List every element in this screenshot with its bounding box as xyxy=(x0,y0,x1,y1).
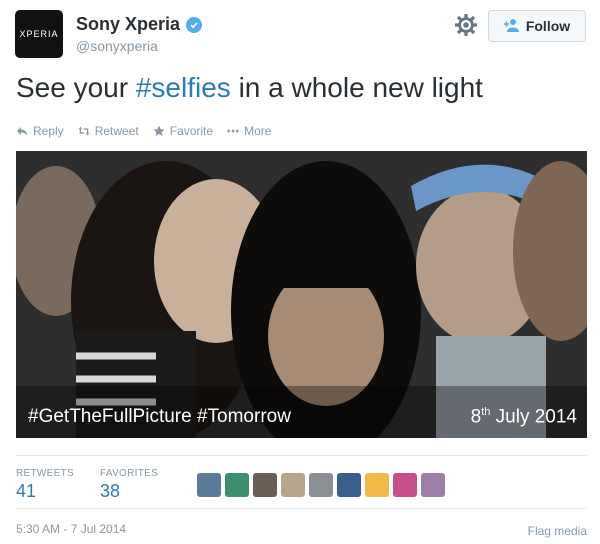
favoriter-avatar[interactable] xyxy=(421,473,445,497)
reply-icon xyxy=(17,127,27,136)
favorites-label: FAVORITES xyxy=(100,468,159,479)
retweet-label: Retweet xyxy=(94,124,139,138)
favorite-action[interactable]: Favorite xyxy=(153,124,213,138)
media-caption-date-suffix: th xyxy=(481,405,491,418)
favorites-stat[interactable]: FAVORITES 38 xyxy=(100,468,158,502)
more-icon xyxy=(227,129,239,133)
retweets-label: RETWEETS xyxy=(16,468,74,479)
tweet-text-after: in a whole new light xyxy=(230,72,483,103)
retweet-icon xyxy=(78,126,90,136)
favoriter-avatar[interactable] xyxy=(309,473,333,497)
name-row: Sony Xperia xyxy=(76,14,203,35)
media-caption-date-rest: July 2014 xyxy=(490,406,577,427)
tweet-media-image[interactable]: #GetTheFullPicture #Tomorrow 8th July 20… xyxy=(16,151,587,438)
follow-button-label: Follow xyxy=(525,18,571,34)
user-handle[interactable]: @sonyxperia xyxy=(76,38,158,54)
gear-icon[interactable] xyxy=(455,14,477,36)
favoriter-avatar[interactable] xyxy=(337,473,361,497)
divider xyxy=(16,508,587,509)
reply-action[interactable]: Reply xyxy=(16,124,64,138)
favoriter-avatar[interactable] xyxy=(225,473,249,497)
tweet-text-before: See your xyxy=(16,72,136,103)
more-action[interactable]: More xyxy=(227,124,271,138)
reply-label: Reply xyxy=(33,124,64,138)
more-label: More xyxy=(244,124,272,138)
retweets-count: 41 xyxy=(16,481,37,501)
selfie-photo xyxy=(16,151,587,438)
media-caption-date-day: 8 xyxy=(470,406,482,427)
retweet-action[interactable]: Retweet xyxy=(78,124,139,138)
favorite-label: Favorite xyxy=(169,124,214,138)
verified-badge-icon xyxy=(186,16,203,33)
avatar-logo-text: XPERIA xyxy=(19,29,59,39)
favoriter-avatar[interactable] xyxy=(281,473,305,497)
hashtag-link[interactable]: #selfies xyxy=(136,72,231,103)
retweets-stat[interactable]: RETWEETS 41 xyxy=(16,468,74,502)
favoriter-avatar[interactable] xyxy=(197,473,221,497)
media-caption-date: 8th July 2014 xyxy=(471,406,577,428)
flag-media-link[interactable]: Flag media xyxy=(528,524,587,538)
add-user-icon xyxy=(503,18,520,35)
favoriter-avatar[interactable] xyxy=(393,473,417,497)
tweet-actions: Reply Retweet Favorite More xyxy=(16,124,271,138)
favoriter-avatar[interactable] xyxy=(365,473,389,497)
favoriters-avatars xyxy=(197,473,445,497)
tweet-text: See your #selfies in a whole new light xyxy=(16,72,483,104)
display-name[interactable]: Sony Xperia xyxy=(76,14,180,35)
star-icon xyxy=(153,125,165,136)
avatar[interactable]: XPERIA xyxy=(15,10,63,58)
favoriter-avatar[interactable] xyxy=(253,473,277,497)
divider xyxy=(16,455,587,456)
media-caption-hashtags: #GetTheFullPicture #Tomorrow xyxy=(28,406,291,427)
tweet-timestamp[interactable]: 5:30 AM - 7 Jul 2014 xyxy=(16,522,126,536)
favorites-count: 38 xyxy=(100,481,121,501)
follow-button[interactable]: Follow xyxy=(488,10,586,42)
